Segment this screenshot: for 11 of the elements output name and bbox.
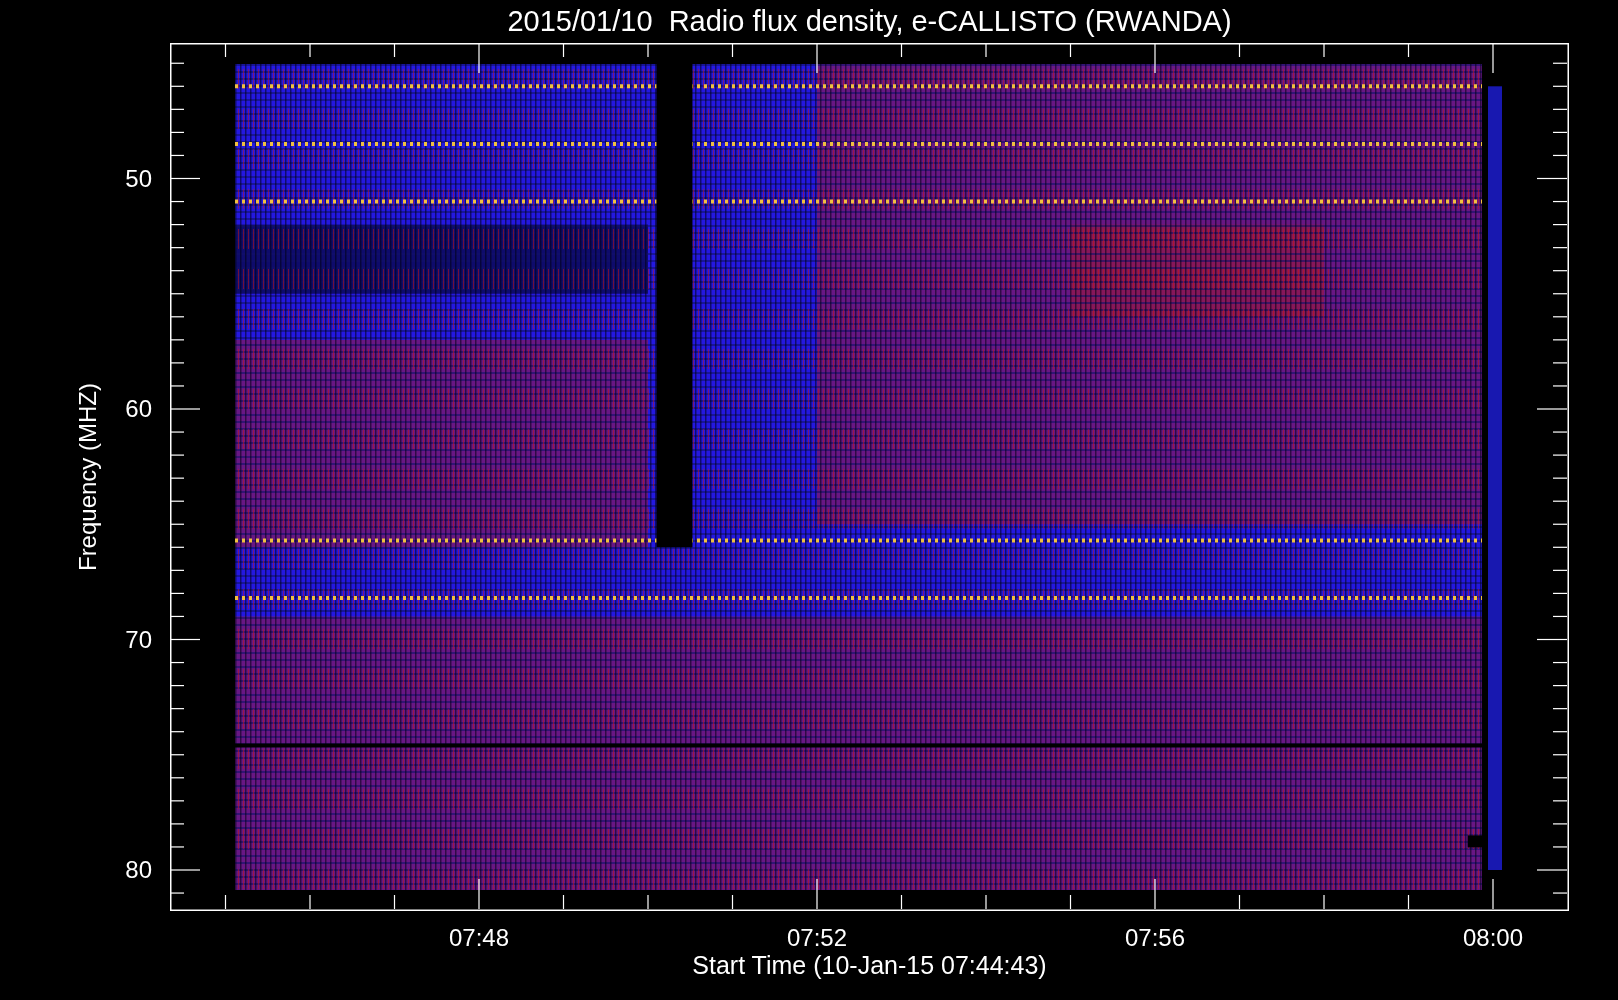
x-tick-label: 07:52: [786, 926, 848, 950]
x-tick-label: 07:48: [448, 926, 510, 950]
y-tick-label: 80: [125, 858, 152, 882]
y-tick-label: 60: [125, 397, 152, 421]
y-axis-label: Frequency (MHZ): [76, 383, 100, 571]
y-tick-label: 50: [125, 166, 152, 191]
x-tick-label: 07:56: [1124, 926, 1186, 950]
x-tick-label: 08:00: [1462, 926, 1524, 950]
chart-title: 2015/01/10 Radio flux density, e-CALLISTO (RWANDA): [507, 7, 1232, 36]
x-axis-label: Start Time (10-Jan-15 07:44:43): [692, 953, 1047, 978]
y-tick-label: 70: [125, 627, 152, 652]
